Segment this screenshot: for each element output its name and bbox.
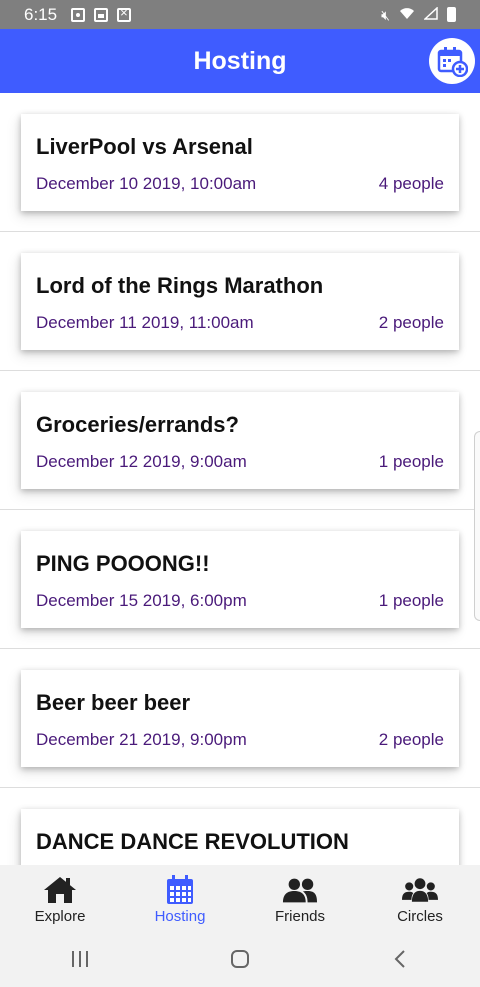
camera-notification-icon bbox=[71, 7, 86, 22]
event-card[interactable]: DANCE DANCE REVOLUTION bbox=[21, 809, 459, 865]
event-people-count: 2 people bbox=[378, 730, 444, 749]
recent-apps-button[interactable] bbox=[60, 944, 100, 974]
event-date: December 12 2019, 9:00am bbox=[36, 452, 247, 471]
event-card[interactable]: LiverPool vs Arsenal December 10 2019, 1… bbox=[21, 114, 459, 211]
event-card[interactable]: Beer beer beer December 21 2019, 9:00pm … bbox=[21, 670, 459, 767]
tab-hosting[interactable]: Hosting bbox=[120, 865, 240, 931]
event-card[interactable]: PING POOONG!! December 15 2019, 6:00pm 1… bbox=[21, 531, 459, 628]
group-icon bbox=[402, 878, 438, 902]
event-row: LiverPool vs Arsenal December 10 2019, 1… bbox=[0, 93, 480, 232]
event-card[interactable]: Lord of the Rings Marathon December 11 2… bbox=[21, 253, 459, 350]
home-nav-icon bbox=[231, 950, 249, 968]
event-date: December 10 2019, 10:00am bbox=[36, 174, 257, 193]
tab-label: Explore bbox=[34, 908, 86, 925]
event-title: LiverPool vs Arsenal bbox=[36, 134, 253, 159]
tab-friends[interactable]: Friends bbox=[240, 865, 360, 931]
friends-icon bbox=[282, 878, 318, 903]
event-row: DANCE DANCE REVOLUTION bbox=[0, 788, 480, 865]
mute-icon: 🔇︎ bbox=[381, 6, 390, 23]
back-button[interactable] bbox=[380, 944, 420, 974]
status-time: 6:15 bbox=[24, 4, 58, 24]
event-row: Groceries/errands? December 12 2019, 9:0… bbox=[0, 371, 480, 510]
system-nav-bar bbox=[0, 931, 480, 987]
calendar-icon bbox=[167, 875, 193, 904]
event-people-count: 2 people bbox=[378, 313, 444, 332]
app-notification-icon bbox=[117, 5, 132, 22]
event-title: PING POOONG!! bbox=[36, 551, 210, 576]
event-title: DANCE DANCE REVOLUTION bbox=[36, 829, 349, 854]
home-icon bbox=[44, 877, 76, 903]
event-title: Beer beer beer bbox=[36, 690, 191, 715]
event-row: Lord of the Rings Marathon December 11 2… bbox=[0, 232, 480, 371]
calendar-add-icon bbox=[437, 47, 468, 77]
event-date: December 11 2019, 11:00am bbox=[36, 313, 254, 332]
page-title: Hosting bbox=[193, 46, 287, 75]
event-card[interactable]: Groceries/errands? December 12 2019, 9:0… bbox=[21, 392, 459, 489]
event-people-count: 1 people bbox=[378, 591, 444, 610]
event-list[interactable]: LiverPool vs Arsenal December 10 2019, 1… bbox=[0, 93, 480, 865]
gallery-notification-icon bbox=[94, 7, 109, 22]
back-icon bbox=[394, 950, 405, 968]
bottom-tab-bar: Explore Hosting Friends Circles bbox=[0, 865, 480, 931]
signal-icon bbox=[423, 6, 438, 22]
event-people-count: 4 people bbox=[378, 174, 444, 193]
event-people-count: 1 people bbox=[378, 452, 444, 471]
app-header: Hosting bbox=[0, 29, 480, 93]
tab-label: Circles bbox=[397, 908, 443, 925]
event-row: Beer beer beer December 21 2019, 9:00pm … bbox=[0, 649, 480, 788]
event-row: PING POOONG!! December 15 2019, 6:00pm 1… bbox=[0, 510, 480, 649]
event-date: December 15 2019, 6:00pm bbox=[36, 591, 247, 610]
battery-icon bbox=[447, 7, 456, 22]
tab-label: Hosting bbox=[154, 908, 206, 925]
scroll-edge-handle[interactable] bbox=[474, 431, 480, 621]
recent-apps-icon bbox=[72, 951, 88, 967]
add-event-button[interactable] bbox=[429, 38, 475, 84]
tab-circles[interactable]: Circles bbox=[360, 865, 480, 931]
status-indicators: 🔇︎ bbox=[381, 6, 456, 23]
wifi-icon bbox=[399, 7, 415, 22]
tab-explore[interactable]: Explore bbox=[0, 865, 120, 931]
event-date: December 21 2019, 9:00pm bbox=[36, 730, 247, 749]
event-title: Lord of the Rings Marathon bbox=[36, 273, 324, 298]
event-title: Groceries/errands? bbox=[36, 412, 239, 437]
home-button[interactable] bbox=[220, 944, 260, 974]
tab-label: Friends bbox=[274, 908, 326, 925]
status-bar: 6:15 🔇︎ bbox=[0, 0, 480, 29]
